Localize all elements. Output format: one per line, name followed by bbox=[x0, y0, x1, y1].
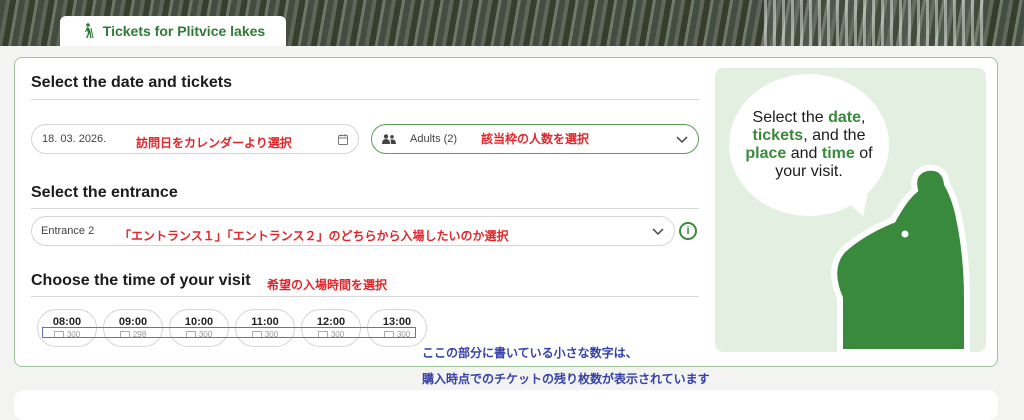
section-heading-entrance: Select the entrance bbox=[31, 184, 178, 201]
divider bbox=[31, 208, 699, 209]
entrance-note: 「エントランス１」「エントランス２」のどちらから入場したいのか選択 bbox=[119, 229, 509, 243]
section-heading-date: Select the date and tickets bbox=[31, 74, 232, 91]
chevron-down-icon bbox=[676, 136, 688, 144]
tickets-value: Adults (2) bbox=[410, 133, 458, 145]
tickets-note: 該当枠の人数を選択 bbox=[481, 132, 590, 146]
calendar-icon bbox=[338, 134, 348, 145]
people-icon bbox=[382, 134, 396, 144]
waterfall-image bbox=[764, 0, 984, 46]
hiker-icon bbox=[84, 23, 94, 39]
tab-label: Tickets for Plitvice lakes bbox=[102, 23, 266, 39]
bear-mascot-panel: Select the date, tickets, and the place … bbox=[715, 68, 986, 352]
speech-bubble: Select the date, tickets, and the place … bbox=[729, 74, 889, 216]
date-note: 訪問日をカレンダーより選択 bbox=[136, 136, 292, 150]
tab-tickets[interactable]: Tickets for Plitvice lakes bbox=[60, 16, 286, 46]
entrance-value: Entrance 2 bbox=[41, 225, 95, 237]
chevron-down-icon bbox=[652, 228, 664, 236]
next-section-card bbox=[14, 390, 998, 420]
info-symbol: i bbox=[686, 225, 690, 237]
divider bbox=[31, 99, 699, 100]
booking-card: Select the date and tickets 18. 03. 2026… bbox=[14, 57, 998, 367]
annotation-line-1: ここの部分に書いている小さな数字は、 bbox=[422, 346, 638, 360]
divider bbox=[31, 296, 699, 297]
time-note: 希望の入場時間を選択 bbox=[267, 278, 388, 292]
info-icon[interactable]: i bbox=[679, 222, 697, 240]
bubble-text: Select the date, tickets, and the place … bbox=[745, 109, 873, 180]
remaining-highlight-box bbox=[42, 327, 416, 338]
annotation-line-2: 購入時点でのチケットの残り枚数が表示されています bbox=[422, 372, 710, 386]
date-value: 18. 03. 2026. bbox=[42, 133, 107, 145]
section-heading-time: Choose the time of your visit bbox=[31, 272, 251, 289]
